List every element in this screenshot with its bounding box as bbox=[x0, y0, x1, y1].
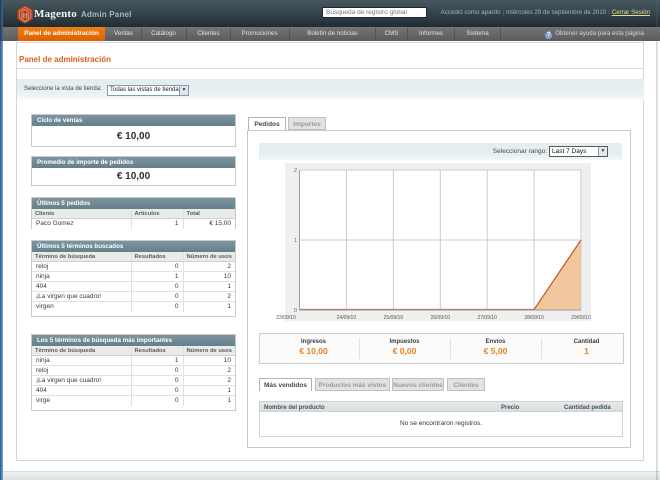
svg-text:0: 0 bbox=[294, 308, 297, 314]
svg-text:23/09/10: 23/09/10 bbox=[276, 315, 296, 321]
svg-text:24/09/10: 24/09/10 bbox=[337, 315, 357, 321]
svg-text:26/09/10: 26/09/10 bbox=[431, 315, 451, 321]
svg-text:1: 1 bbox=[294, 238, 297, 244]
svg-text:27/09/10: 27/09/10 bbox=[477, 315, 497, 321]
svg-text:2: 2 bbox=[294, 168, 297, 174]
svg-text:28/09/10: 28/09/10 bbox=[524, 315, 544, 321]
svg-text:29/09/10: 29/09/10 bbox=[571, 315, 591, 321]
svg-text:25/09/10: 25/09/10 bbox=[384, 315, 404, 321]
